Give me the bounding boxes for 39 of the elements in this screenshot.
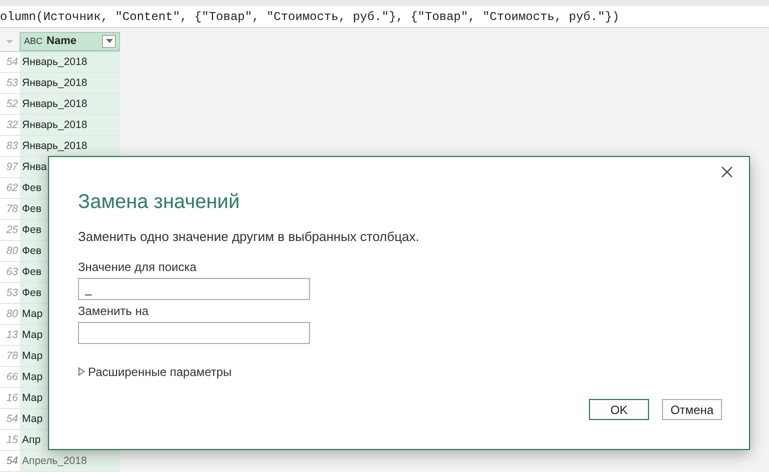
row-number: 53 — [5, 76, 19, 91]
table-cell: Апрель_2018 — [20, 451, 120, 471]
row-number: 66 — [5, 370, 19, 385]
row-number: 54 — [5, 454, 19, 469]
row-number: 13 — [5, 328, 19, 343]
row-number: 54 — [5, 412, 19, 427]
table-cell: Январь_2018 — [20, 136, 120, 156]
dialog-button[interactable]: OK — [589, 399, 649, 420]
row-number: 53 — [5, 286, 19, 301]
column-name: Name — [46, 34, 78, 50]
close-icon — [721, 166, 733, 178]
row-number: 80 — [5, 244, 19, 259]
column-header[interactable]: ABC Name — [20, 32, 120, 51]
row-number: 16 — [5, 391, 19, 406]
row-number: 54 — [5, 55, 19, 70]
formula-text: olumn(Источник, "Content", {"Товар", "Стоимость, руб."}, {"Товар", "Стоимость, руб."}) — [0, 8, 620, 26]
row-number: 80 — [5, 307, 19, 322]
dialog-button[interactable]: Отмена — [662, 399, 722, 420]
expand-icon — [78, 367, 85, 376]
input-field[interactable] — [78, 322, 310, 344]
type-icon: ABC — [24, 34, 43, 48]
caret-icon — [106, 39, 112, 44]
table-cell: Январь_2018 — [20, 94, 120, 114]
input-field[interactable]: _ — [78, 278, 310, 300]
table-cell: Январь_2018 — [20, 73, 120, 93]
row-number: 15 — [5, 433, 19, 448]
row-number: 97 — [5, 160, 20, 175]
table-cell: Январь_2018 — [20, 52, 120, 72]
row-number: 52 — [5, 97, 19, 112]
table-cell: Январь_2018 — [20, 115, 120, 135]
formula-bar[interactable]: olumn(Источник, "Content", {"Товар", "Стоимость, руб."}, {"Товар", "Стоимость, руб."}) — [0, 6, 769, 28]
row-number: 83 — [5, 139, 19, 154]
row-number: 78 — [5, 202, 19, 217]
filter-button[interactable] — [102, 35, 116, 48]
row-number: 62 — [5, 181, 19, 196]
row-number: 78 — [5, 349, 19, 364]
row-number: 25 — [5, 223, 19, 238]
row-number: 63 — [5, 265, 19, 280]
row-number: 32 — [5, 118, 19, 133]
